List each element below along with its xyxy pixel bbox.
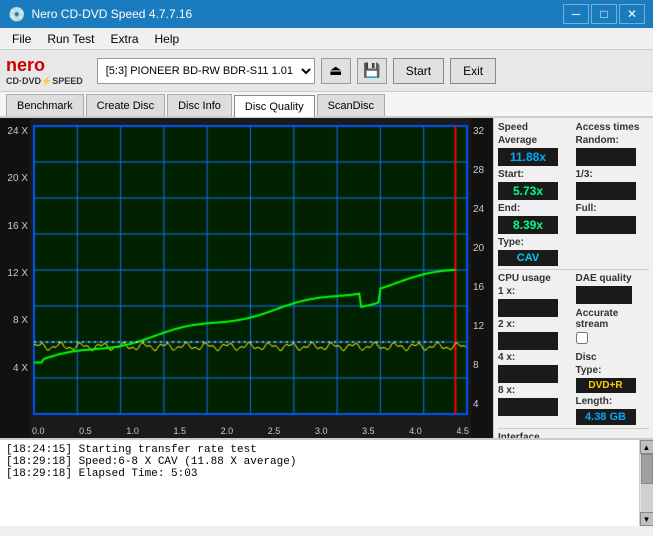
speed-average-value: 11.88x bbox=[498, 148, 558, 166]
access-times-label: Access times bbox=[576, 122, 650, 133]
disc-length-label: Length: bbox=[576, 396, 650, 407]
dae-label: DAE quality bbox=[576, 273, 650, 284]
start-button[interactable]: Start bbox=[393, 58, 444, 84]
cpu-8x-value bbox=[498, 398, 558, 416]
interface-label: Interface bbox=[498, 432, 649, 438]
disc-length-value: 4.38 GB bbox=[576, 409, 636, 425]
log-entry-0: [18:24:15] Starting transfer rate test bbox=[6, 444, 633, 456]
speed-type-label: Type: bbox=[498, 237, 572, 248]
disc-type-section: Disc Type: DVD+R Length: 4.38 GB bbox=[576, 352, 650, 425]
y-axis-left: 24 X 20 X 16 X 12 X 8 X 4 X bbox=[0, 118, 30, 438]
close-button[interactable]: ✕ bbox=[619, 4, 645, 24]
dae-section: DAE quality Accurate stream Disc Type: D… bbox=[576, 273, 650, 425]
disc-type-value: DVD+R bbox=[576, 378, 636, 393]
cpu-1x-label: 1 x: bbox=[498, 286, 572, 297]
full-value bbox=[576, 216, 636, 234]
toolbar: nero CD·DVD⚡SPEED [5:3] PIONEER BD-RW BD… bbox=[0, 50, 653, 92]
random-value bbox=[576, 148, 636, 166]
menu-file[interactable]: File bbox=[4, 28, 39, 50]
cpu-label: CPU usage bbox=[498, 273, 572, 284]
cpu-8x-label: 8 x: bbox=[498, 385, 572, 396]
accurate-stream-label: Accurate stream bbox=[576, 308, 650, 330]
y-axis-right: 32 28 24 20 16 12 8 4 bbox=[471, 118, 493, 438]
tab-disc-info[interactable]: Disc Info bbox=[167, 94, 232, 116]
speed-label: Speed bbox=[498, 122, 572, 133]
main-content: 24 X 20 X 16 X 12 X 8 X 4 X 0.0 0.5 1.0 … bbox=[0, 118, 653, 438]
chart-section: 24 X 20 X 16 X 12 X 8 X 4 X 0.0 0.5 1.0 … bbox=[0, 118, 493, 438]
full-label: Full: bbox=[576, 203, 650, 214]
one-third-label: 1/3: bbox=[576, 169, 650, 180]
disc-type-label: Type: bbox=[576, 365, 650, 376]
speed-access-row: Speed Average 11.88x Start: 5.73x End: 8… bbox=[498, 122, 649, 266]
accurate-stream-row bbox=[576, 332, 650, 344]
drive-select[interactable]: [5:3] PIONEER BD-RW BDR-S11 1.01 bbox=[97, 58, 315, 84]
chart-canvas-container: 0.0 0.5 1.0 1.5 2.0 2.5 3.0 3.5 4.0 4.5 bbox=[30, 118, 471, 438]
divider-1 bbox=[498, 269, 649, 270]
cpu-4x-value bbox=[498, 365, 558, 383]
scroll-up-button[interactable]: ▲ bbox=[640, 440, 653, 454]
cpu-2x-label: 2 x: bbox=[498, 319, 572, 330]
dae-value bbox=[576, 286, 632, 304]
log-entry-1: [18:29:18] Speed:6-8 X CAV (11.88 X aver… bbox=[6, 456, 633, 468]
log-area: [18:24:15] Starting transfer rate test [… bbox=[0, 438, 653, 526]
title-bar-controls: ─ □ ✕ bbox=[563, 4, 645, 24]
tab-benchmark[interactable]: Benchmark bbox=[6, 94, 84, 116]
cpu-dae-row: CPU usage 1 x: 2 x: 4 x: 8 x: DAE qualit… bbox=[498, 273, 649, 425]
right-panel: Speed Average 11.88x Start: 5.73x End: 8… bbox=[493, 118, 653, 438]
cpu-2x-value bbox=[498, 332, 558, 350]
accurate-stream-checkbox[interactable] bbox=[576, 332, 588, 344]
log-scrollbar[interactable]: ▲ ▼ bbox=[639, 440, 653, 526]
x-axis-labels: 0.0 0.5 1.0 1.5 2.0 2.5 3.0 3.5 4.0 4.5 bbox=[30, 426, 471, 436]
speed-start-value: 5.73x bbox=[498, 182, 558, 200]
tab-scan-disc[interactable]: ScanDisc bbox=[317, 94, 385, 116]
random-label: Random: bbox=[576, 135, 650, 146]
menu-help[interactable]: Help bbox=[147, 28, 188, 50]
eject-button[interactable]: ⏏ bbox=[321, 58, 351, 84]
maximize-button[interactable]: □ bbox=[591, 4, 617, 24]
tab-create-disc[interactable]: Create Disc bbox=[86, 94, 165, 116]
title-bar-left: 💿 Nero CD-DVD Speed 4.7.7.16 bbox=[8, 6, 192, 23]
cpu-4x-label: 4 x: bbox=[498, 352, 572, 363]
log-content: [18:24:15] Starting transfer rate test [… bbox=[0, 440, 639, 526]
divider-2 bbox=[498, 428, 649, 429]
speed-end-label: End: bbox=[498, 203, 572, 214]
minimize-button[interactable]: ─ bbox=[563, 4, 589, 24]
access-times-section: Access times Random: 1/3: Full: bbox=[576, 122, 650, 266]
speed-section: Speed Average 11.88x Start: 5.73x End: 8… bbox=[498, 122, 572, 266]
scroll-track bbox=[641, 454, 653, 512]
save-button[interactable]: 💾 bbox=[357, 58, 387, 84]
menu-bar: File Run Test Extra Help bbox=[0, 28, 653, 50]
logo-area: nero CD·DVD⚡SPEED bbox=[6, 55, 91, 87]
one-third-value bbox=[576, 182, 636, 200]
app-title: Nero CD-DVD Speed 4.7.7.16 bbox=[31, 7, 192, 21]
menu-run-test[interactable]: Run Test bbox=[39, 28, 102, 50]
tab-disc-quality[interactable]: Disc Quality bbox=[234, 95, 315, 117]
cpu-section: CPU usage 1 x: 2 x: 4 x: 8 x: bbox=[498, 273, 572, 425]
exit-button[interactable]: Exit bbox=[450, 58, 496, 84]
speed-average-label: Average bbox=[498, 135, 572, 146]
log-entry-2: [18:29:18] Elapsed Time: 5:03 bbox=[6, 468, 633, 480]
menu-extra[interactable]: Extra bbox=[102, 28, 146, 50]
title-bar: 💿 Nero CD-DVD Speed 4.7.7.16 ─ □ ✕ bbox=[0, 0, 653, 28]
interface-section: Interface Burst rate: bbox=[498, 432, 649, 438]
app-icon: 💿 bbox=[8, 6, 25, 23]
speed-start-label: Start: bbox=[498, 169, 572, 180]
disc-type-section-label: Disc bbox=[576, 352, 650, 363]
tabs: Benchmark Create Disc Disc Info Disc Qua… bbox=[0, 92, 653, 118]
scroll-down-button[interactable]: ▼ bbox=[640, 512, 653, 526]
chart-canvas bbox=[30, 118, 471, 438]
speed-type-value: CAV bbox=[498, 250, 558, 266]
speed-end-value: 8.39x bbox=[498, 216, 558, 234]
scroll-thumb[interactable] bbox=[641, 454, 653, 484]
cpu-1x-value bbox=[498, 299, 558, 317]
nero-logo: nero CD·DVD⚡SPEED bbox=[6, 55, 83, 87]
